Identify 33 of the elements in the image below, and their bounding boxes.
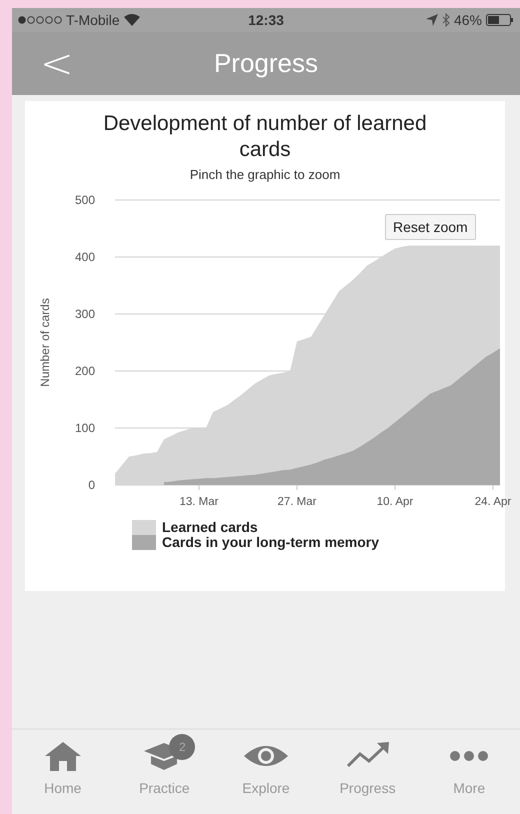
bluetooth-icon xyxy=(442,13,450,27)
tab-bar-item[interactable]: More xyxy=(424,732,514,814)
x-tick-label: 13. Mar xyxy=(180,496,218,508)
x-tick-label: 10. Apr xyxy=(376,496,414,508)
battery-percent: 46% xyxy=(454,12,482,28)
wifi-icon xyxy=(124,14,140,26)
y-tick-label: 0 xyxy=(88,478,95,492)
tab-bar-item[interactable]: 2 Practice xyxy=(119,732,210,814)
y-tick-label: 100 xyxy=(74,420,95,434)
tab-bar-item[interactable]: Explore xyxy=(220,732,311,814)
tab-bar-item[interactable]: Home xyxy=(18,732,108,814)
y-tick-label: 200 xyxy=(74,364,95,378)
home-icon xyxy=(44,740,82,772)
y-tick-label: 300 xyxy=(74,306,95,320)
y-tick-label: 400 xyxy=(74,250,95,264)
chart-title: Development of number of learned cards xyxy=(102,111,428,164)
y-axis-title: Number of cards xyxy=(38,298,52,386)
clock-time: 12:33 xyxy=(248,12,284,28)
page-title: Progress xyxy=(214,48,318,78)
battery-icon xyxy=(486,14,514,26)
legend-label: Learned cards xyxy=(162,520,258,534)
carrier-name: T-Mobile xyxy=(66,12,120,28)
y-tick-label: 500 xyxy=(74,192,95,206)
x-tick-label: 24. Apr xyxy=(474,496,512,508)
tab-bar-item[interactable]: Progress xyxy=(322,732,413,814)
chart-subtitle: Pinch the graphic to zoom xyxy=(190,166,340,182)
legend-label: Cards in your long-term memory xyxy=(162,534,380,550)
x-tick-label: 27. Mar xyxy=(278,496,316,508)
back-button[interactable]: < xyxy=(40,44,74,84)
reset-zoom-button[interactable]: Reset zoom xyxy=(385,214,476,240)
location-icon xyxy=(426,14,438,26)
signal-icon xyxy=(18,16,62,24)
notification-badge: 2 xyxy=(169,734,196,760)
